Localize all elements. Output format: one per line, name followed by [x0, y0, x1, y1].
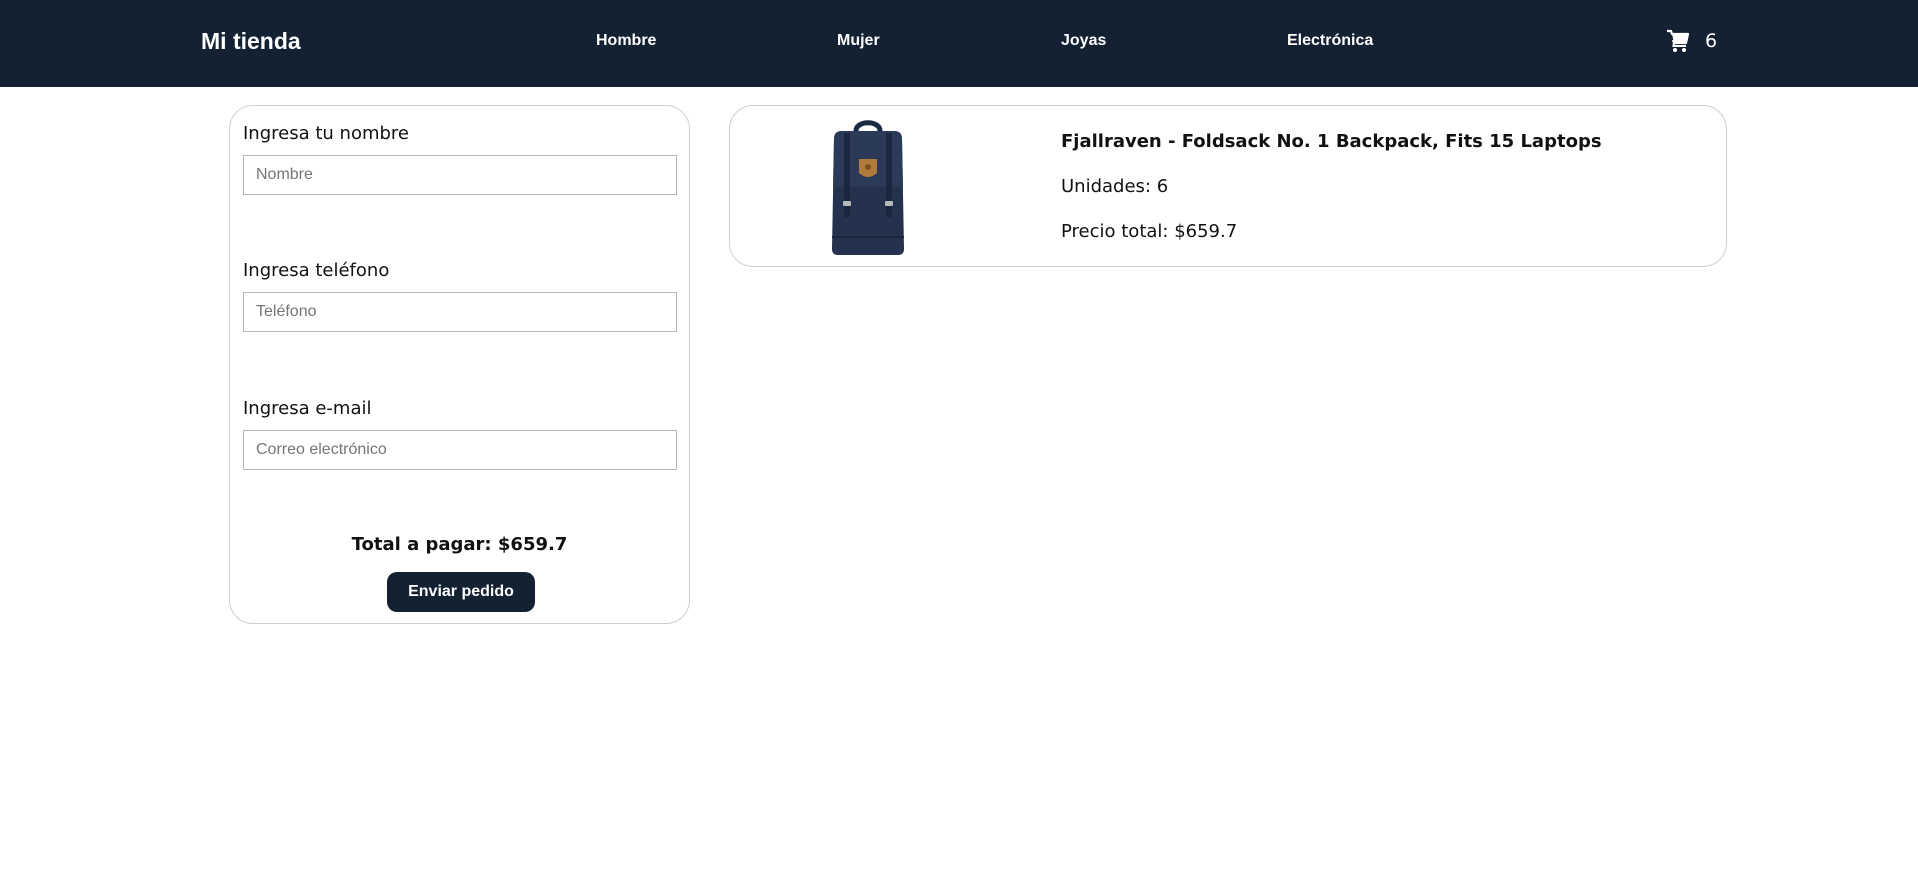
- cart-item: Fjallraven - Foldsack No. 1 Backpack, Fi…: [729, 105, 1727, 267]
- brand-logo[interactable]: Mi tienda: [201, 28, 301, 55]
- nav-link-joyas[interactable]: Joyas: [1061, 32, 1106, 50]
- phone-label: Ingresa teléfono: [243, 260, 390, 281]
- order-total: Total a pagar: $659.7: [351, 534, 568, 555]
- product-units: Unidades: 6: [1061, 176, 1169, 197]
- email-label: Ingresa e-mail: [243, 398, 372, 419]
- checkout-form: Ingresa tu nombre Ingresa teléfono Ingre…: [229, 105, 690, 624]
- nav-link-mujer[interactable]: Mujer: [837, 32, 880, 50]
- product-price: Precio total: $659.7: [1061, 221, 1238, 242]
- top-navbar: Mi tienda Hombre Mujer Joyas Electrónica…: [0, 0, 1918, 87]
- phone-input[interactable]: [243, 292, 677, 332]
- shopping-cart-icon[interactable]: [1666, 29, 1690, 53]
- email-input[interactable]: [243, 430, 677, 470]
- name-label: Ingresa tu nombre: [243, 123, 409, 144]
- submit-order-button[interactable]: Enviar pedido: [387, 572, 535, 612]
- cart-button[interactable]: 6: [1666, 29, 1717, 53]
- name-input[interactable]: [243, 155, 677, 195]
- backpack-image[interactable]: [818, 117, 918, 257]
- cart-count: 6: [1705, 30, 1718, 52]
- nav-link-hombre[interactable]: Hombre: [596, 32, 656, 50]
- nav-link-electronica[interactable]: Electrónica: [1287, 32, 1373, 50]
- product-title[interactable]: Fjallraven - Foldsack No. 1 Backpack, Fi…: [1061, 131, 1602, 152]
